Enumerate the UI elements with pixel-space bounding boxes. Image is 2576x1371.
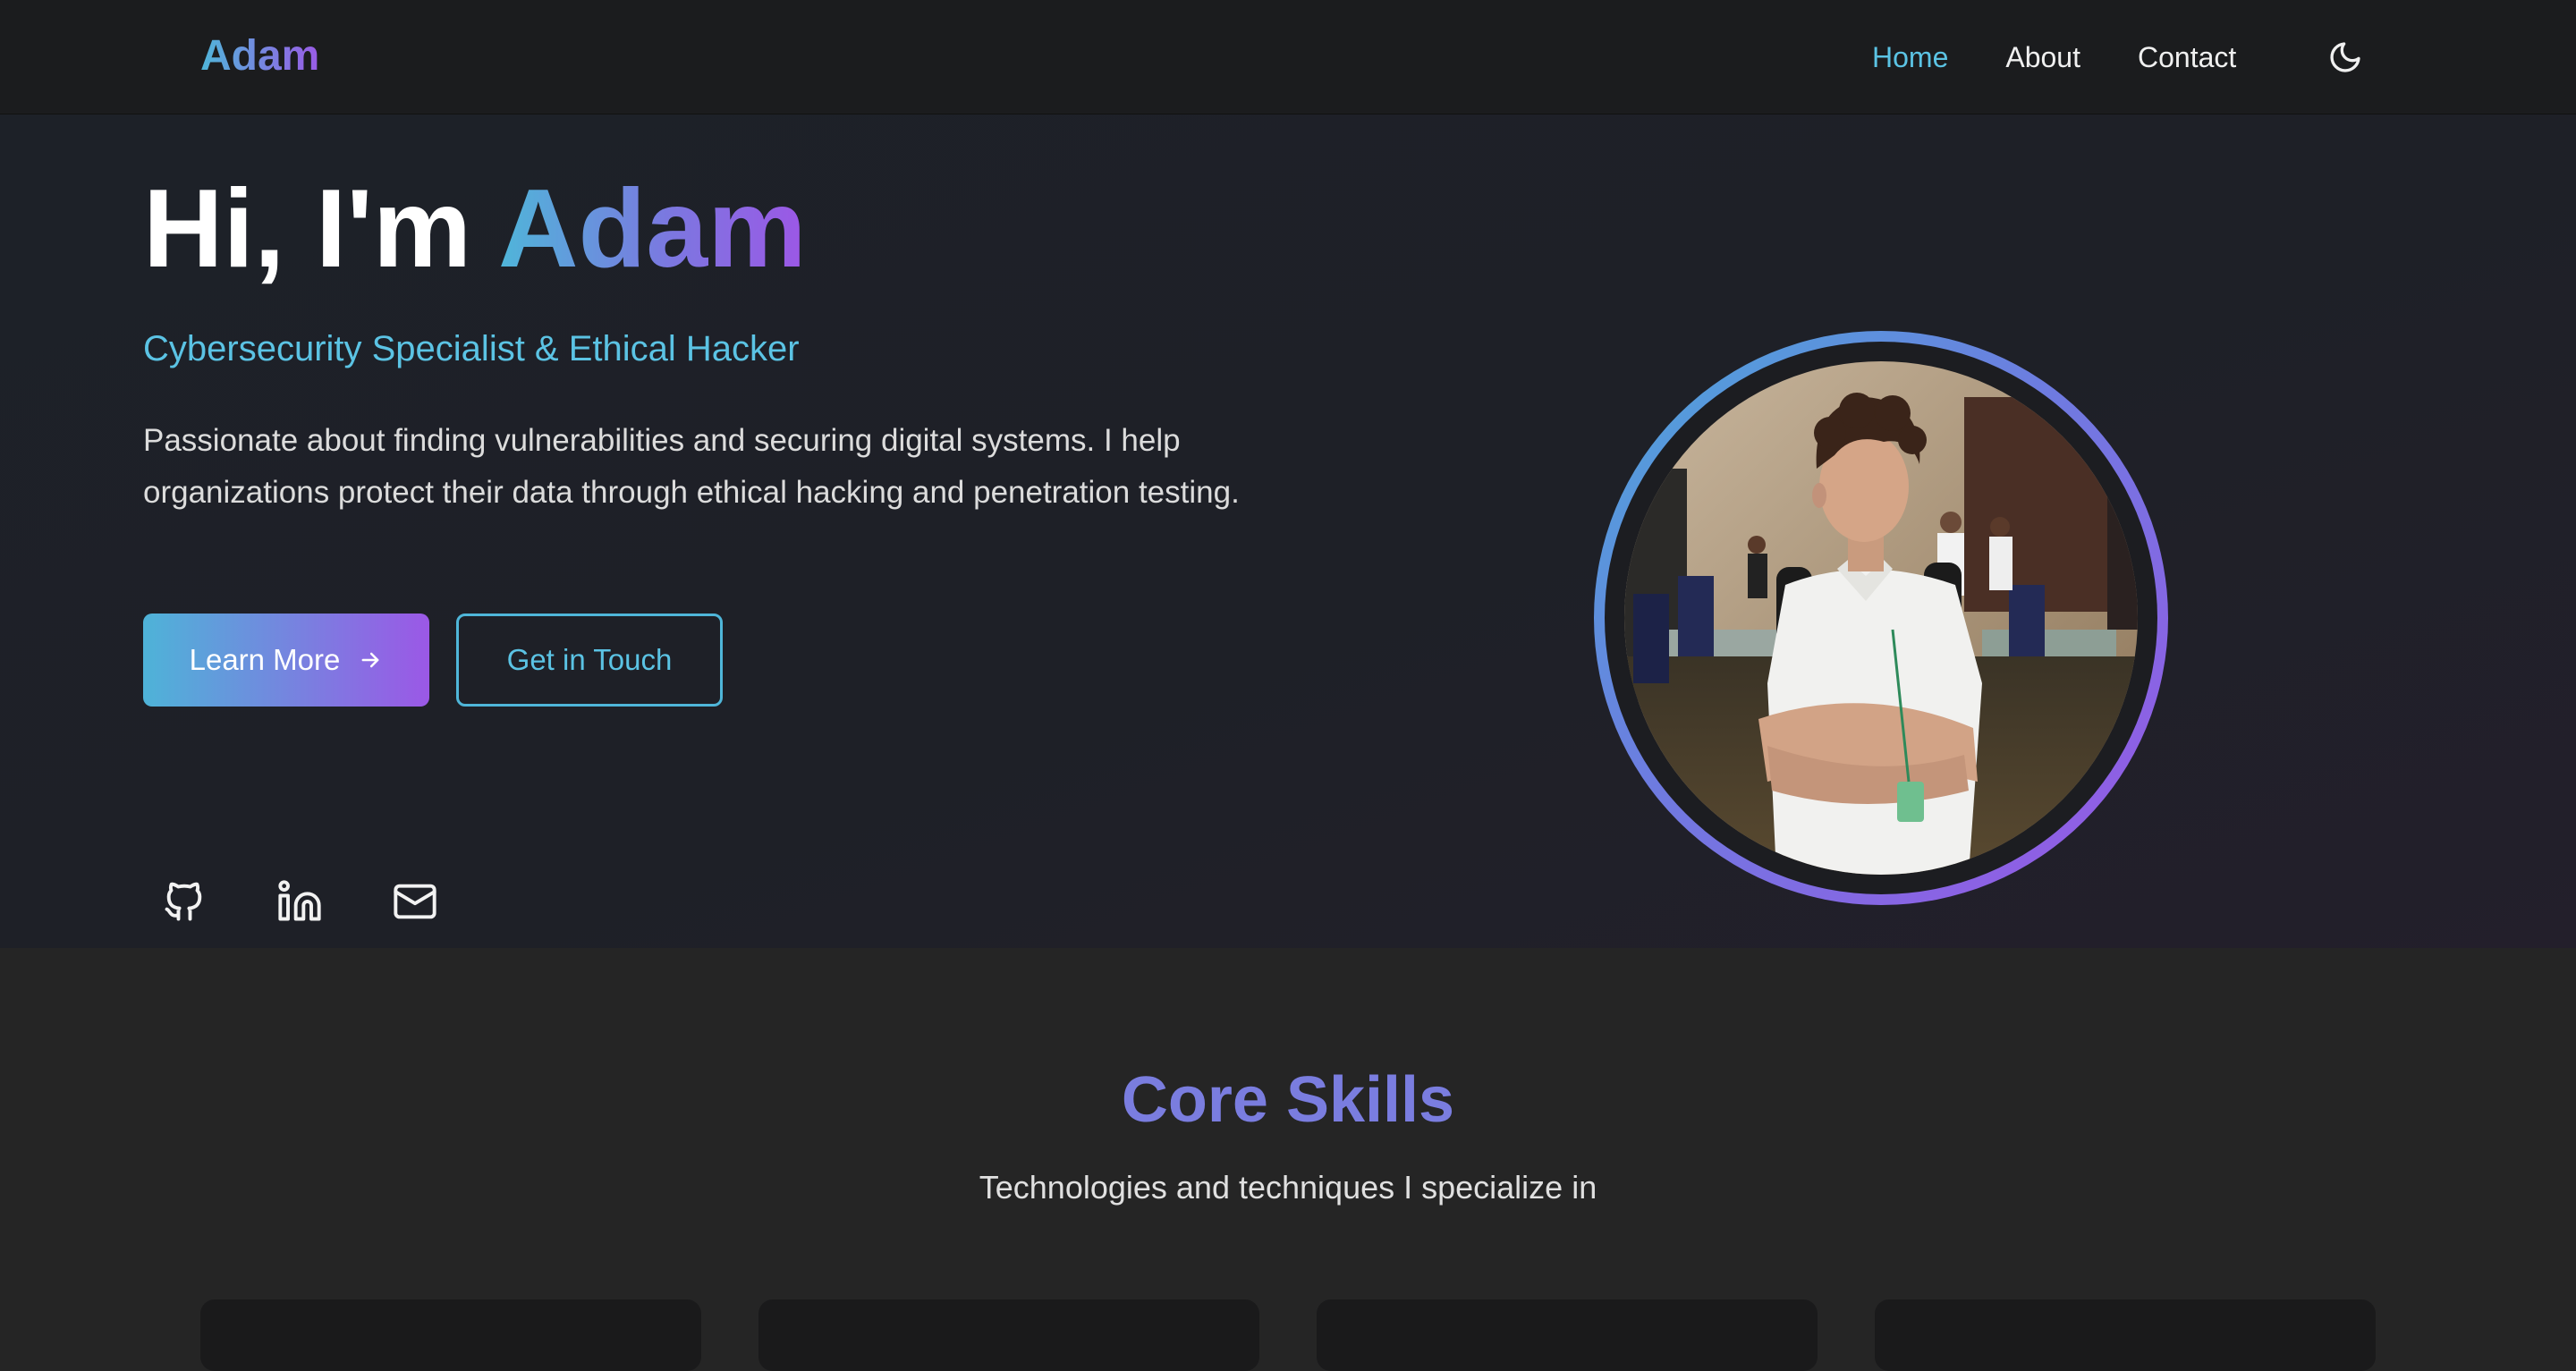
hero-description: Passionate about finding vulnerabilities… [143,423,1240,510]
skills-title: Core Skills [1121,1064,1455,1136]
learn-more-label: Learn More [189,643,341,676]
hero-title: Hi, I'm Adam [143,166,806,292]
nav-links: Home About Contact [1872,36,2293,79]
nav-link-contact[interactable]: Contact [2138,36,2236,79]
skill-card[interactable] [200,1299,701,1371]
skills-subtitle: Technologies and techniques I specialize… [979,1169,1597,1206]
hero-subtitle: Cybersecurity Specialist & Ethical Hacke… [143,329,800,368]
github-icon[interactable] [161,878,208,925]
hero-section: Hi, I'm Adam Cybersecurity Specialist & … [0,114,2576,948]
get-in-touch-button[interactable]: Get in Touch [456,614,723,707]
profile-photo-frame [1594,331,2168,905]
hero-name: Adam [497,167,807,291]
theme-toggle-button[interactable] [2324,36,2367,79]
skill-card[interactable] [1317,1299,1818,1371]
nav-link-home[interactable]: Home [1872,36,1948,79]
brand-logo[interactable]: Adam [200,29,319,84]
navbar: Adam Home About Contact [0,0,2576,114]
nav-link-about[interactable]: About [2005,36,2080,79]
skill-card[interactable] [1875,1299,2376,1371]
arrow-right-icon [358,647,383,673]
hero-greeting: Hi, I'm [143,167,498,291]
moon-icon [2330,42,2360,72]
learn-more-button[interactable]: Learn More [143,614,429,707]
skill-card[interactable] [758,1299,1259,1371]
profile-photo [1624,361,2138,875]
linkedin-icon[interactable] [276,878,323,925]
mail-icon[interactable] [392,878,438,925]
